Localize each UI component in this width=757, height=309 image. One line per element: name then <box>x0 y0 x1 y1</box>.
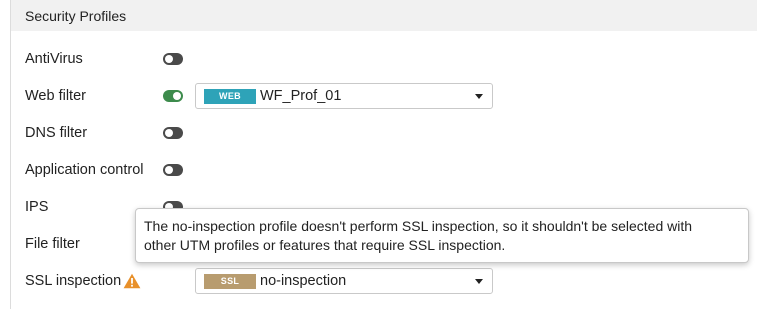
warning-triangle-icon[interactable] <box>123 273 141 289</box>
application-control-toggle[interactable] <box>163 164 183 176</box>
web-filter-profile-select[interactable]: WEB WF_Prof_01 <box>195 83 493 109</box>
security-profiles-panel: Security Profiles AntiVirus Web filter W… <box>0 0 757 309</box>
ssl-tag-badge: SSL <box>204 274 256 289</box>
web-filter-label: Web filter <box>25 88 86 104</box>
chevron-down-icon <box>475 94 483 99</box>
dns-filter-toggle[interactable] <box>163 127 183 139</box>
web-tag-badge: WEB <box>204 89 256 104</box>
section-header: Security Profiles <box>11 0 757 31</box>
row-dns-filter: DNS filter <box>11 119 757 149</box>
row-web-filter: Web filter WEB WF_Prof_01 <box>11 82 757 112</box>
row-ssl-inspection: SSL inspection SSL no-inspection <box>11 267 757 297</box>
ssl-warning-tooltip: The no-inspection profile doesn't perfor… <box>135 208 749 263</box>
ssl-inspection-label: SSL inspection <box>25 273 122 289</box>
tooltip-line-1: The no-inspection profile doesn't perfor… <box>144 218 693 234</box>
antivirus-label: AntiVirus <box>25 51 83 67</box>
ssl-inspection-profile-select[interactable]: SSL no-inspection <box>195 268 493 294</box>
row-antivirus: AntiVirus <box>11 45 757 75</box>
web-filter-profile-value: WF_Prof_01 <box>260 88 342 104</box>
toggle-knob <box>165 166 173 174</box>
chevron-down-icon <box>475 279 483 284</box>
antivirus-toggle[interactable] <box>163 53 183 65</box>
file-filter-label: File filter <box>25 236 80 252</box>
toggle-knob <box>173 92 181 100</box>
ips-label: IPS <box>25 199 49 215</box>
ssl-inspection-profile-value: no-inspection <box>260 273 347 289</box>
toggle-knob <box>165 55 173 63</box>
toggle-knob <box>165 129 173 137</box>
dns-filter-label: DNS filter <box>25 125 88 141</box>
section-title: Security Profiles <box>25 8 127 24</box>
row-application-control: Application control <box>11 156 757 186</box>
web-filter-toggle[interactable] <box>163 90 183 102</box>
application-control-label: Application control <box>25 162 144 178</box>
tooltip-line-2: other UTM profiles or features that requ… <box>144 237 506 253</box>
